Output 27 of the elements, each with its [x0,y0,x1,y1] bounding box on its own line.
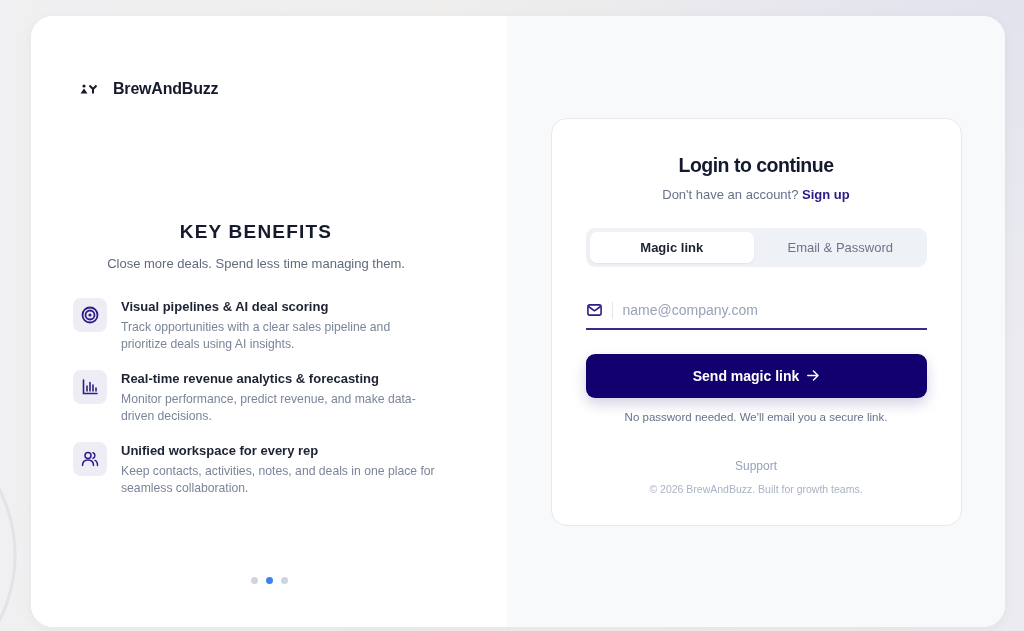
benefit-title: Unified workspace for every rep [121,442,320,460]
benefits-subtitle: Close more deals. Spend less time managing them. [106,255,406,273]
arrow-right-icon [807,370,820,381]
benefit-description: Monitor performance, predict revenue, and make data-driven decisions. [121,391,417,425]
logo-icon [80,84,97,94]
sign-up-link[interactable]: Sign up [802,186,850,202]
login-method-tab[interactable]: Email & Password [758,231,923,263]
carousel-dot-icon[interactable] [250,577,258,584]
email-field[interactable]: name@company.com [585,291,927,330]
carousel-dot-icon[interactable] [265,577,273,584]
benefit-description: Track opportunities with a clear sales pipeline and prioritize deals using AI insights. [121,319,392,353]
magic-link-note: No password needed. We'll email you a secure link. [623,409,889,425]
brand-name: BrewAndBuzz [113,80,219,98]
login-method-tab[interactable]: Magic link [589,231,754,263]
benefit-description: Keep contacts, activities, notes, and deals in one place for seamless collaboration. [121,463,436,497]
users-icon [73,442,107,476]
send-magic-link-button[interactable]: Send magic link [585,353,927,398]
bar-chart-icon [73,370,107,404]
target-icon [73,298,107,332]
benefits-heading: KEY BENEFITS [178,220,334,244]
mail-icon [586,303,602,316]
signup-prompt-text: Don't have an account? [662,186,799,202]
benefit-title: Visual pipelines & AI deal scoring [121,298,330,316]
carousel-dot-icon[interactable] [280,577,288,584]
benefit-title: Real-time revenue analytics & forecasting [121,370,380,388]
copyright-text: © 2026 BrewAndBuzz. Built for growth teams. [648,481,864,497]
login-title: Login to continue [677,152,835,178]
